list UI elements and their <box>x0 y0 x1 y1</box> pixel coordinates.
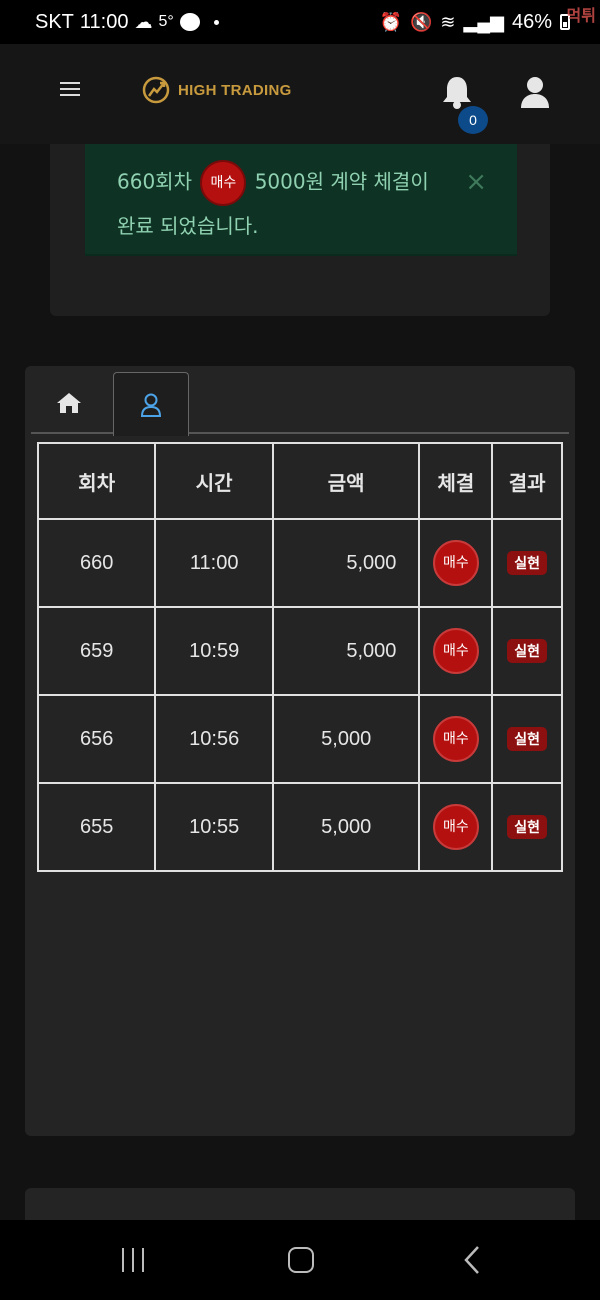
cell-round: 660 <box>36 518 157 608</box>
cell-time: 10:55 <box>154 782 274 872</box>
cell-trade: 매수 <box>418 694 494 784</box>
user-icon <box>140 393 162 417</box>
home-button-icon[interactable] <box>288 1247 314 1273</box>
cell-amount: 5,000 <box>271 782 421 872</box>
cell-time: 10:56 <box>154 694 274 784</box>
signal-icon: ▂▄▆ <box>463 11 504 32</box>
notification-dot-icon <box>213 19 219 25</box>
buy-badge: 매수 <box>432 804 479 850</box>
header-round: 회차 <box>36 442 157 520</box>
alert-buy-pill: 매수 <box>200 160 247 206</box>
brand-mark-icon <box>142 76 170 104</box>
carrier-label: SKT <box>35 10 74 33</box>
recent-apps-icon[interactable] <box>122 1248 144 1272</box>
cell-time: 10:59 <box>154 606 274 696</box>
realized-badge: 실현 <box>507 551 547 575</box>
cell-round: 655 <box>36 782 157 872</box>
realized-badge: 실현 <box>507 727 547 751</box>
buy-badge: 매수 <box>432 628 479 674</box>
chat-icon <box>179 13 200 31</box>
brand-logo[interactable]: HIGH TRADING <box>142 76 292 104</box>
alert-round: 660회차 <box>117 169 192 194</box>
table-row: 655 10:55 5,000 매수 실현 <box>36 782 563 872</box>
header-amount: 금액 <box>271 442 421 520</box>
realized-badge: 실현 <box>507 815 547 839</box>
notification-bell-icon[interactable] <box>440 74 474 110</box>
watermark-logo: 먹튀 <box>566 6 596 25</box>
home-icon <box>57 393 81 413</box>
menu-icon[interactable] <box>60 82 80 98</box>
cell-round: 656 <box>36 694 157 784</box>
mute-icon: 🔇 <box>410 11 433 32</box>
battery-percent: 46% <box>511 10 552 33</box>
cell-amount: 5,000 <box>271 518 421 608</box>
buy-badge: 매수 <box>432 540 479 586</box>
table-row: 660 11:00 5,000 매수 실현 <box>36 518 563 608</box>
table-row: 656 10:56 5,000 매수 실현 <box>36 694 563 784</box>
status-bar: SKT 11:00 ☁ 5° ⏰ 🔇 ≋ ▂▄▆ 46% 먹튀 <box>0 0 600 44</box>
header-result: 결과 <box>491 442 563 520</box>
cell-round: 659 <box>36 606 157 696</box>
tab-home[interactable] <box>31 372 107 434</box>
wifi-icon: ≋ <box>440 11 456 32</box>
profile-icon[interactable] <box>520 76 550 108</box>
trade-alert: 660회차 매수 5000원 계약 체결이 완료 되었습니다. × <box>85 144 517 256</box>
header-time: 시간 <box>154 442 274 520</box>
cell-result: 실현 <box>491 518 563 608</box>
cloud-icon: ☁ <box>134 11 153 32</box>
back-icon[interactable] <box>462 1244 482 1276</box>
cell-trade: 매수 <box>418 782 494 872</box>
cell-amount: 5,000 <box>271 606 421 696</box>
cell-trade: 매수 <box>418 606 494 696</box>
temperature: 5° <box>158 13 174 30</box>
table-row: 659 10:59 5,000 매수 실현 <box>36 606 563 696</box>
history-panel: 회차 시간 금액 체결 결과 660 11:00 5,000 매수 실현 659… <box>25 366 575 1136</box>
app-header: HIGH TRADING 0 <box>0 44 600 144</box>
cell-result: 실현 <box>491 782 563 872</box>
close-icon[interactable]: × <box>465 162 487 202</box>
brand-name: HIGH TRADING <box>178 81 292 99</box>
cell-trade: 매수 <box>418 518 494 608</box>
system-nav-bar <box>0 1220 600 1300</box>
table-header-row: 회차 시간 금액 체결 결과 <box>36 442 563 520</box>
cell-amount: 5,000 <box>271 694 421 784</box>
cell-result: 실현 <box>491 694 563 784</box>
notification-count-badge: 0 <box>458 106 488 134</box>
buy-badge: 매수 <box>432 716 479 762</box>
header-trade: 체결 <box>418 442 494 520</box>
realized-badge: 실현 <box>507 639 547 663</box>
results-table: 회차 시간 금액 체결 결과 660 11:00 5,000 매수 실현 659… <box>36 442 563 872</box>
cell-time: 11:00 <box>154 518 274 608</box>
cell-result: 실현 <box>491 606 563 696</box>
tab-user[interactable] <box>113 372 189 436</box>
alarm-icon: ⏰ <box>379 11 402 32</box>
clock: 11:00 <box>79 10 129 33</box>
tab-bar <box>31 372 569 436</box>
